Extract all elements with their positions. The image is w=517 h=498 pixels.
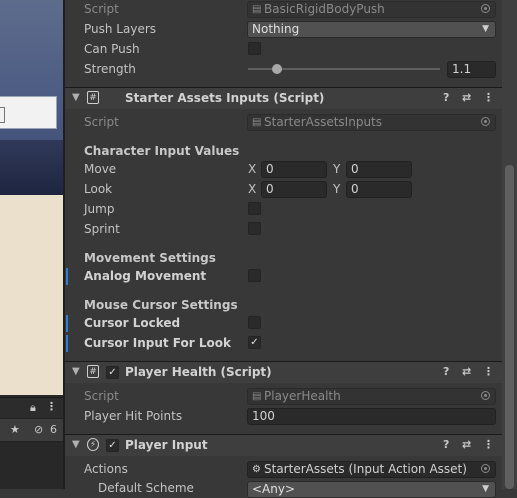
object-picker-icon[interactable] [481,391,490,400]
scene-horizon [0,140,63,195]
override-marker [66,268,68,285]
analog-movement-checkbox[interactable] [248,269,261,282]
foldout-arrow-icon[interactable]: ▼ [72,366,80,377]
move-label: Move [84,162,117,176]
scene-ground [0,195,63,395]
look-x-axis-label: X [248,182,257,196]
default-scheme-dropdown[interactable]: <Any> ▼ [247,481,496,498]
more-icon[interactable]: ⋮ [483,365,494,378]
csharp-script-icon: # [87,91,99,104]
actions-label: Actions [84,462,128,476]
help-icon[interactable]: ? [443,365,449,378]
more-icon[interactable]: ⋮ [46,401,57,413]
chevron-down-icon: ▼ [482,24,489,34]
scene-visibility-bar: ★ ⊘ 6 [0,418,63,442]
starter-inputs-title: Starter Assets Inputs (Script) [125,91,325,105]
foldout-arrow-icon[interactable]: ▼ [72,439,80,450]
rb-script-field[interactable]: ▤ BasicRigidBodyPush [247,1,496,18]
si-script-label: Script [84,115,119,129]
script-file-icon: ▤ [252,4,262,15]
sprint-checkbox[interactable] [248,222,261,235]
cursor-input-for-look-label: Cursor Input For Look [84,336,231,350]
inspector-scrollbar-thumb[interactable] [505,165,514,489]
presets-icon[interactable]: ⇄ [462,365,471,378]
ph-script-field[interactable]: ▤ PlayerHealth [247,388,496,405]
strength-slider-thumb[interactable] [271,64,282,74]
move-y-axis-label: Y [333,162,341,176]
help-icon[interactable]: ? [443,438,449,451]
player-input-title: Player Input [125,438,208,452]
scene-ui-panel [0,96,57,129]
look-y-axis-label: Y [333,182,341,196]
jump-label: Jump [84,202,115,216]
look-y-input[interactable]: 0 [346,181,412,198]
object-picker-icon[interactable] [481,464,490,473]
strength-label: Strength [84,62,136,76]
cursor-locked-checkbox[interactable] [248,316,261,329]
strength-input[interactable]: 1.1 [447,61,496,78]
object-picker-icon[interactable] [481,4,490,13]
movement-settings-header: Movement Settings [84,251,216,265]
hierarchy-toolbar: 🔒︎ ⋮ [0,397,63,418]
visibility-count: 6 [50,423,57,436]
more-icon[interactable]: ⋮ [483,438,494,451]
foldout-arrow-icon[interactable]: ▼ [72,92,80,103]
player-health-enabled-checkbox[interactable]: ✓ [106,366,119,379]
object-picker-icon[interactable] [481,117,490,126]
player-input-header[interactable]: ▼ ⚡︎ ✓ Player Input ? ⇄ ⋮ [65,434,502,456]
character-input-header: Character Input Values [84,144,240,158]
push-layers-dropdown[interactable]: Nothing ▼ [247,21,496,38]
jump-checkbox[interactable] [248,202,261,215]
hit-points-label: Player Hit Points [84,409,183,423]
hit-points-input[interactable]: 100 [247,408,496,425]
look-x-input[interactable]: 0 [261,181,327,198]
cursor-input-for-look-checkbox[interactable]: ✓ [248,336,261,349]
scene-view[interactable]: 🔒︎ ⋮ ★ ⊘ 6 [0,0,64,489]
player-input-icon: ⚡︎ [87,438,99,451]
look-label: Look [84,182,113,196]
override-marker [66,335,68,352]
mouse-cursor-header: Mouse Cursor Settings [84,298,238,312]
lock-icon[interactable]: 🔒︎ [30,402,36,414]
player-input-enabled-checkbox[interactable]: ✓ [106,439,119,452]
script-file-icon: ▤ [252,117,262,128]
actions-field[interactable]: ⚙︎ StarterAssets (Input Action Asset) [247,461,496,478]
move-y-input[interactable]: 0 [346,161,412,178]
default-scheme-label: Default Scheme [98,481,194,495]
chevron-down-icon: ▼ [482,484,489,494]
sprint-label: Sprint [84,222,120,236]
analog-movement-label: Analog Movement [84,269,207,283]
eye-hidden-icon[interactable]: ⊘ [34,424,43,436]
player-health-title: Player Health (Script) [125,365,272,379]
script-file-icon: ▤ [252,391,262,402]
player-health-header[interactable]: ▼ # ✓ Player Health (Script) ? ⇄ ⋮ [65,361,502,383]
star-icon[interactable]: ★ [10,424,20,436]
can-push-label: Can Push [84,42,140,56]
move-x-axis-label: X [248,162,257,176]
more-icon[interactable]: ⋮ [483,91,494,104]
si-script-field[interactable]: ▤ StarterAssetsInputs [247,114,496,131]
starter-inputs-header[interactable]: ▼ # Starter Assets Inputs (Script) ? ⇄ ⋮ [65,87,502,109]
presets-icon[interactable]: ⇄ [462,438,471,451]
move-x-input[interactable]: 0 [261,161,327,178]
cursor-locked-label: Cursor Locked [84,316,181,330]
presets-icon[interactable]: ⇄ [462,91,471,104]
override-marker [66,315,68,332]
csharp-script-icon: # [87,365,99,378]
input-asset-icon: ⚙︎ [252,464,261,475]
push-layers-label: Push Layers [84,22,157,36]
rb-script-label: Script [84,2,119,16]
help-icon[interactable]: ? [443,91,449,104]
ph-script-label: Script [84,389,119,403]
can-push-checkbox[interactable] [248,42,261,55]
